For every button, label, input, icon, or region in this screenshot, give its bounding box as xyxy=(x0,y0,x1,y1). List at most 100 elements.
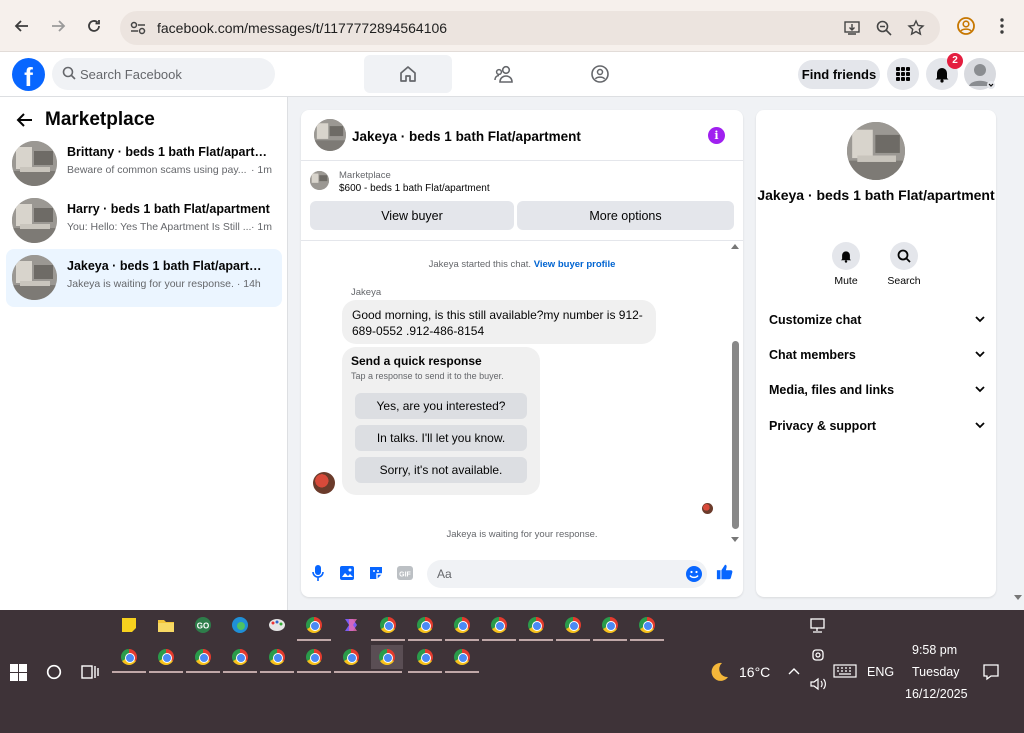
chrome-icon[interactable] xyxy=(445,645,479,673)
chrome-icon[interactable] xyxy=(408,613,442,641)
chrome-icon[interactable] xyxy=(519,613,553,641)
search-conversation-button[interactable] xyxy=(890,242,918,270)
nav-friends-tab[interactable] xyxy=(460,55,548,93)
buyer-avatar[interactable] xyxy=(313,472,335,494)
chrome-icon-active[interactable] xyxy=(368,645,403,673)
chrome-icon[interactable] xyxy=(223,645,257,673)
search-icon[interactable] xyxy=(44,662,64,682)
chrome-icon[interactable] xyxy=(371,613,405,641)
view-buyer-button[interactable]: View buyer xyxy=(310,201,514,230)
search-icon xyxy=(897,249,911,263)
forward-button[interactable] xyxy=(46,14,70,38)
chrome-icon[interactable] xyxy=(260,645,294,673)
chrome-icon[interactable] xyxy=(297,613,331,641)
groups-icon xyxy=(591,65,609,83)
page-scrollbar[interactable] xyxy=(1012,97,1024,610)
privacy-support-section[interactable]: Privacy & support xyxy=(769,419,985,439)
menu-button[interactable] xyxy=(887,58,919,90)
more-options-button[interactable]: More options xyxy=(517,201,734,230)
chat-members-section[interactable]: Chat members xyxy=(769,348,985,368)
find-friends-button[interactable]: Find friends xyxy=(798,60,880,89)
quick-response-subtitle: Tap a response to send it to the buyer. xyxy=(351,371,504,381)
bookmark-star-icon[interactable] xyxy=(906,18,926,38)
quick-response-button[interactable]: Yes, are you interested? xyxy=(355,393,527,419)
microphone-icon[interactable] xyxy=(309,564,327,582)
clock-time[interactable]: 9:58 pm xyxy=(912,643,957,657)
search-input[interactable]: Search Facebook xyxy=(80,67,182,82)
windows-start-icon[interactable] xyxy=(8,662,28,682)
listing-thumbnail[interactable] xyxy=(314,119,346,151)
quick-response-button[interactable]: In talks. I'll let you know. xyxy=(355,425,527,451)
message-composer: GIF Aa xyxy=(301,551,743,597)
temperature[interactable]: 16°C xyxy=(739,664,770,680)
message-input[interactable]: Aa xyxy=(427,560,707,588)
photo-icon[interactable] xyxy=(338,564,356,582)
clock-day[interactable]: Tuesday xyxy=(912,665,959,679)
profile-icon[interactable] xyxy=(954,14,978,38)
network-icon[interactable] xyxy=(808,617,828,635)
keyboard-icon[interactable] xyxy=(832,662,858,680)
chrome-icon[interactable] xyxy=(593,613,627,641)
back-button[interactable] xyxy=(10,14,34,38)
chrome-icon[interactable] xyxy=(297,645,331,673)
volume-icon[interactable] xyxy=(808,675,828,693)
listing-thumbnail xyxy=(12,141,57,186)
like-icon[interactable] xyxy=(716,563,734,581)
address-bar[interactable]: facebook.com/messages/t/1177772894564106 xyxy=(120,11,940,45)
mute-button[interactable] xyxy=(832,242,860,270)
install-app-icon[interactable] xyxy=(842,18,862,38)
scroll-down-icon[interactable] xyxy=(731,537,739,543)
chrome-icon[interactable] xyxy=(334,645,368,673)
chrome-icon[interactable] xyxy=(186,645,220,673)
search-box[interactable]: Search Facebook xyxy=(52,58,275,90)
scroll-down-icon[interactable] xyxy=(1014,595,1022,601)
file-explorer-icon[interactable] xyxy=(152,613,180,637)
media-files-links-section[interactable]: Media, files and links xyxy=(769,383,985,403)
edge-icon[interactable] xyxy=(226,613,254,637)
svg-text:GO: GO xyxy=(197,622,209,631)
gif-icon[interactable]: GIF xyxy=(396,564,414,582)
chat-scrollbar[interactable] xyxy=(729,241,741,546)
scrollbar-thumb[interactable] xyxy=(732,341,739,529)
url-text[interactable]: facebook.com/messages/t/1177772894564106 xyxy=(157,20,447,36)
facebook-logo-icon[interactable]: f xyxy=(12,58,45,92)
quick-response-button[interactable]: Sorry, it's not available. xyxy=(355,457,527,483)
chrome-icon[interactable] xyxy=(112,645,146,673)
conversation-item-active[interactable]: Jakeya · beds 1 bath Flat/apartment Jake… xyxy=(6,249,282,307)
emoji-icon[interactable] xyxy=(685,565,703,583)
copilot-icon[interactable] xyxy=(337,613,365,637)
chrome-icon[interactable] xyxy=(630,613,664,641)
chevron-up-icon[interactable] xyxy=(786,664,802,678)
sticker-icon[interactable] xyxy=(367,564,385,582)
customize-chat-section[interactable]: Customize chat xyxy=(769,313,985,333)
meet-now-icon[interactable] xyxy=(808,646,828,664)
nav-groups-tab[interactable] xyxy=(556,55,644,93)
nav-home-tab[interactable] xyxy=(364,55,452,93)
app-icon[interactable]: GO xyxy=(189,613,217,637)
language-indicator[interactable]: ENG xyxy=(867,665,894,679)
chrome-icon[interactable] xyxy=(149,645,183,673)
chrome-icon[interactable] xyxy=(408,645,442,673)
browser-menu-icon[interactable] xyxy=(990,14,1014,38)
task-view-icon[interactable] xyxy=(80,662,100,682)
arrow-left-icon[interactable] xyxy=(16,111,34,129)
site-settings-icon[interactable] xyxy=(128,18,148,38)
conversation-item[interactable]: Brittany · beds 1 bath Flat/apartme... B… xyxy=(6,135,282,193)
scroll-up-icon[interactable] xyxy=(731,243,739,249)
clock-date[interactable]: 16/12/2025 xyxy=(905,687,968,701)
zoom-icon[interactable] xyxy=(874,18,894,38)
reload-button[interactable] xyxy=(82,14,106,38)
view-buyer-profile-link[interactable]: View buyer profile xyxy=(534,259,616,270)
chrome-icon[interactable] xyxy=(482,613,516,641)
paint-icon[interactable] xyxy=(263,613,291,637)
account-avatar[interactable] xyxy=(964,58,996,90)
notification-center-icon[interactable] xyxy=(981,662,1001,682)
weather-moon-icon[interactable] xyxy=(706,660,732,684)
chat-title[interactable]: Jakeya · beds 1 bath Flat/apartment xyxy=(352,129,581,144)
sticky-notes-icon[interactable] xyxy=(115,613,143,637)
windows-taskbar: GO 16°C ENG 9:58 pm Tuesday 16/12/2025 xyxy=(0,610,1024,733)
chrome-icon[interactable] xyxy=(445,613,479,641)
info-icon[interactable]: i xyxy=(708,127,725,144)
conversation-item[interactable]: Harry · beds 1 bath Flat/apartment You: … xyxy=(6,192,282,250)
chrome-icon[interactable] xyxy=(556,613,590,641)
